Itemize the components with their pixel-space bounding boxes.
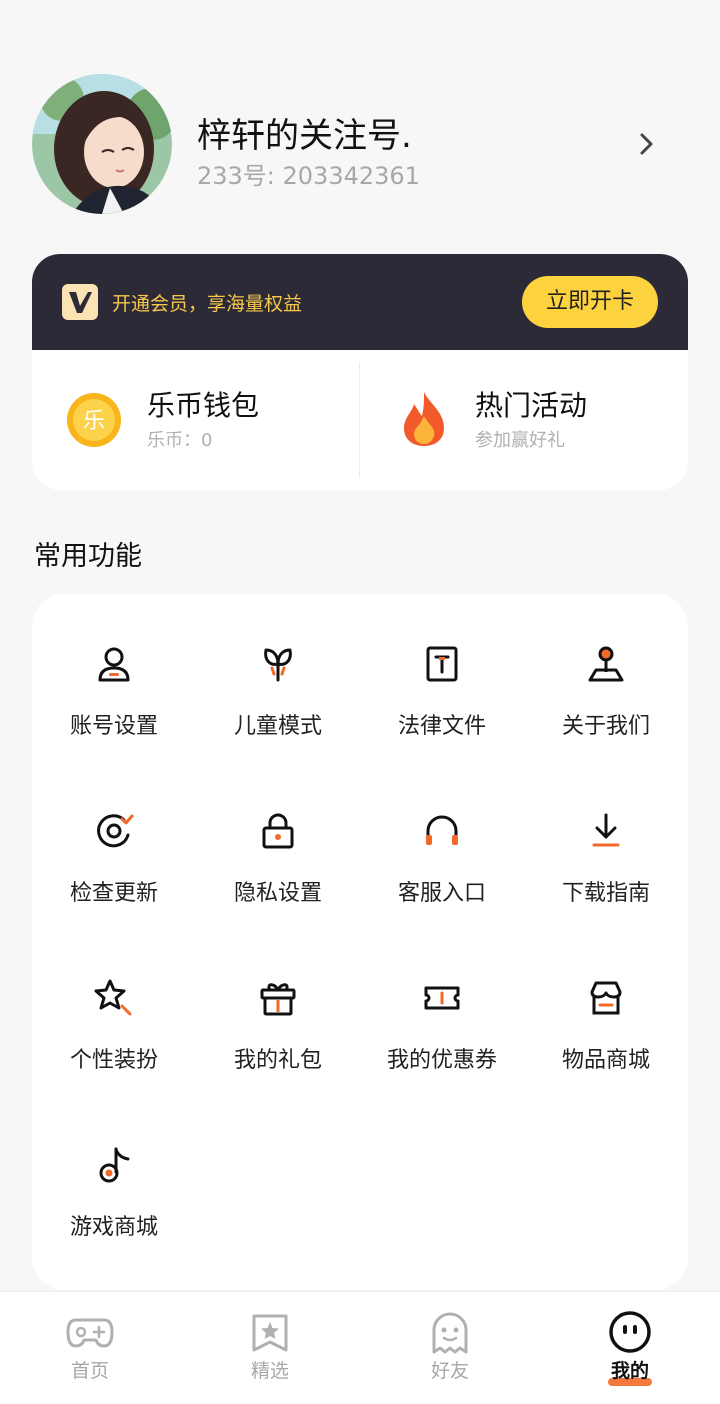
feature-label: 下载指南 (561, 881, 650, 906)
profile-uid: 233号: 203342361 (197, 162, 420, 190)
feature-label: 客服入口 (397, 881, 486, 906)
feature-download-guide[interactable]: 下载指南 (524, 761, 688, 911)
download-icon (592, 813, 620, 847)
hot-activity-sub: 参加赢好礼 (475, 430, 565, 451)
tab-label: 我的 (610, 1360, 649, 1382)
lock-icon (262, 813, 294, 849)
coupon-icon (424, 986, 460, 1010)
flame-icon (404, 392, 444, 446)
section-title: 常用功能 (34, 541, 142, 572)
feature-label: 法律文件 (397, 714, 486, 739)
tab-featured[interactable]: 精选 (180, 1292, 360, 1404)
profile-header[interactable]: 梓轩的关注号. 233号: 203342361 (0, 0, 720, 240)
feature-personal-dressup[interactable]: 个性装扮 (32, 928, 196, 1078)
vip-banner[interactable]: 开通会员，享海量权益 立即开卡 (32, 254, 688, 350)
account-icon (98, 647, 130, 682)
svg-text:乐: 乐 (83, 409, 105, 434)
wallet-entry[interactable]: 乐 乐币钱包 乐币：0 (32, 350, 360, 490)
update-icon (97, 814, 134, 848)
hot-activity-title: 热门活动 (475, 389, 588, 422)
bottom-tab-bar: 首页 精选 好友 我的 (0, 1291, 720, 1404)
profile-name: 梓轩的关注号. (197, 116, 412, 156)
feature-label: 我的礼包 (233, 1048, 322, 1073)
star-wand-icon (94, 979, 132, 1016)
hot-activity-entry[interactable]: 热门活动 参加赢好礼 (360, 350, 688, 490)
feature-item-shop[interactable]: 物品商城 (524, 928, 688, 1078)
wallet-title: 乐币钱包 (147, 389, 260, 422)
tab-label: 首页 (70, 1360, 109, 1382)
feature-customer-service[interactable]: 客服入口 (360, 761, 524, 911)
feature-label: 我的优惠券 (386, 1048, 497, 1073)
shop-icon (590, 981, 622, 1015)
chevron-right-icon[interactable] (632, 130, 660, 158)
wallet-balance: 乐币：0 (147, 430, 213, 451)
feature-label: 隐私设置 (233, 881, 322, 906)
feature-label: 个性装扮 (69, 1048, 158, 1073)
tab-me[interactable]: 我的 (540, 1292, 720, 1404)
tab-label: 好友 (430, 1360, 469, 1382)
smiley-icon (609, 1311, 651, 1353)
feature-label: 游戏商城 (69, 1215, 158, 1240)
feature-label: 物品商城 (561, 1048, 650, 1073)
feature-check-update[interactable]: 检查更新 (32, 761, 196, 911)
ghost-icon (432, 1312, 468, 1354)
joystick-icon (588, 646, 624, 682)
vip-logo-icon (62, 284, 98, 320)
vip-card: 开通会员，享海量权益 立即开卡 乐 乐币钱包 乐币：0 热门活动 参加赢好礼 (32, 254, 688, 490)
document-icon (426, 646, 458, 682)
features-grid: 账号设置 儿童模式 法律文件 关于我们 检查更新 隐私设置 客服入口 下载指南 … (32, 594, 688, 1290)
headset-icon (426, 815, 458, 845)
music-note-icon (99, 1147, 130, 1183)
sprout-icon (264, 648, 292, 682)
feature-label: 儿童模式 (233, 714, 322, 739)
feature-about-us[interactable]: 关于我们 (524, 594, 688, 744)
feature-label: 账号设置 (69, 714, 158, 739)
gamepad-icon (66, 1318, 114, 1348)
coin-icon: 乐 (67, 393, 121, 447)
open-vip-button[interactable]: 立即开卡 (522, 276, 658, 328)
feature-legal-documents[interactable]: 法律文件 (360, 594, 524, 744)
tab-label: 精选 (250, 1360, 289, 1382)
star-badge-icon (252, 1314, 288, 1352)
feature-privacy-settings[interactable]: 隐私设置 (196, 761, 360, 911)
feature-label: 关于我们 (561, 714, 650, 739)
gift-icon (260, 983, 296, 1016)
feature-label: 检查更新 (69, 881, 158, 906)
vip-promo-text: 开通会员，享海量权益 (112, 293, 303, 315)
feature-my-gift-pack[interactable]: 我的礼包 (196, 928, 360, 1078)
feature-game-shop[interactable]: 游戏商城 (32, 1095, 196, 1245)
feature-my-coupons[interactable]: 我的优惠券 (360, 928, 524, 1078)
avatar[interactable] (32, 74, 172, 214)
feature-kids-mode[interactable]: 儿童模式 (196, 594, 360, 744)
tab-friends[interactable]: 好友 (360, 1292, 540, 1404)
feature-account-settings[interactable]: 账号设置 (32, 594, 196, 744)
tab-home[interactable]: 首页 (0, 1292, 180, 1404)
